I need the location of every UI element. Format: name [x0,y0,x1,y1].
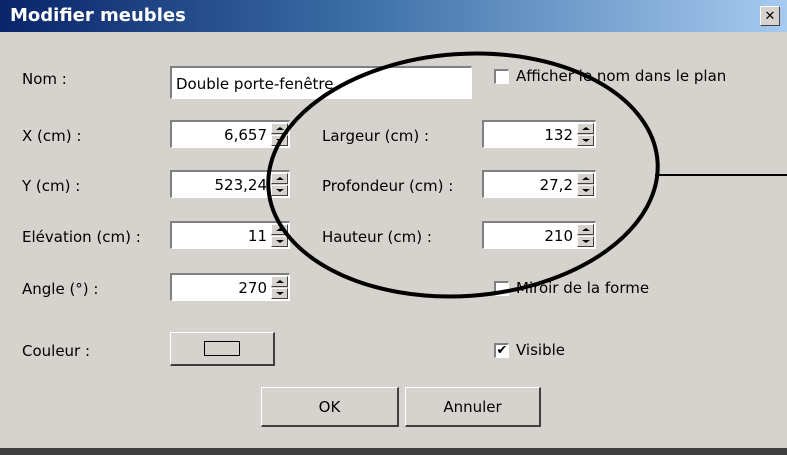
title-bar: Modifier meubles ✕ [0,0,787,32]
ok-button-label: OK [318,397,341,416]
spin-down-arrow-icon[interactable] [271,135,288,146]
color-button[interactable] [170,332,275,366]
spin-down-arrow-icon[interactable] [271,236,288,247]
width-value: 132 [544,126,573,144]
bottom-edge [0,448,787,455]
spin-up-arrow-icon[interactable] [577,123,594,134]
x-label: X (cm) : [22,127,82,145]
mirror-checkbox[interactable] [494,281,509,296]
color-label: Couleur : [22,342,91,360]
color-swatch-icon [204,341,240,356]
height-value: 210 [544,227,573,245]
name-label: Nom : [22,70,67,88]
width-spin-buttons[interactable] [577,123,594,146]
angle-value: 270 [238,279,267,297]
spin-down-arrow-icon[interactable] [271,185,288,196]
x-spin-buttons[interactable] [271,123,288,146]
elevation-spinner[interactable]: 11 [170,221,290,249]
y-label: Y (cm) : [22,177,81,195]
angle-spinner[interactable]: 270 [170,273,290,301]
name-input[interactable]: Double porte-fenêtre [170,66,472,99]
y-spin-buttons[interactable] [271,173,288,196]
spin-up-arrow-icon[interactable] [271,173,288,184]
x-value: 6,657 [224,126,267,144]
depth-spinner[interactable]: 27,2 [482,170,596,198]
close-icon: ✕ [764,8,776,24]
depth-label: Profondeur (cm) : [322,177,454,195]
spin-down-arrow-icon[interactable] [577,135,594,146]
y-spinner[interactable]: 523,24 [170,170,290,198]
spin-up-arrow-icon[interactable] [577,224,594,235]
name-value: Double porte-fenêtre [176,75,334,93]
visible-checkbox[interactable]: ✔ [494,343,509,358]
spin-up-arrow-icon[interactable] [271,276,288,287]
width-label: Largeur (cm) : [322,127,430,145]
spin-up-arrow-icon[interactable] [577,173,594,184]
mirror-label: Miroir de la forme [516,279,650,297]
show-name-label: Afficher le nom dans le plan [516,67,727,85]
width-spinner[interactable]: 132 [482,120,596,148]
y-value: 523,24 [214,176,268,194]
spin-up-arrow-icon[interactable] [271,224,288,235]
visible-label: Visible [516,341,565,359]
elevation-label: Elévation (cm) : [22,228,141,246]
spin-down-arrow-icon[interactable] [271,288,288,299]
checkmark-icon: ✔ [496,343,508,358]
window-title: Modifier meubles [10,5,186,26]
ok-button[interactable]: OK [261,387,399,427]
show-name-checkbox[interactable] [494,69,509,84]
height-label: Hauteur (cm) : [322,228,432,246]
angle-label: Angle (°) : [22,280,99,298]
elevation-spin-buttons[interactable] [271,224,288,247]
cancel-button-label: Annuler [443,397,502,416]
depth-value: 27,2 [539,176,573,194]
close-button[interactable]: ✕ [760,6,780,26]
angle-spin-buttons[interactable] [271,276,288,299]
cancel-button[interactable]: Annuler [405,387,541,427]
spin-down-arrow-icon[interactable] [577,236,594,247]
spin-down-arrow-icon[interactable] [577,185,594,196]
x-spinner[interactable]: 6,657 [170,120,290,148]
height-spinner[interactable]: 210 [482,221,596,249]
depth-spin-buttons[interactable] [577,173,594,196]
elevation-value: 11 [247,227,267,245]
spin-up-arrow-icon[interactable] [271,123,288,134]
height-spin-buttons[interactable] [577,224,594,247]
